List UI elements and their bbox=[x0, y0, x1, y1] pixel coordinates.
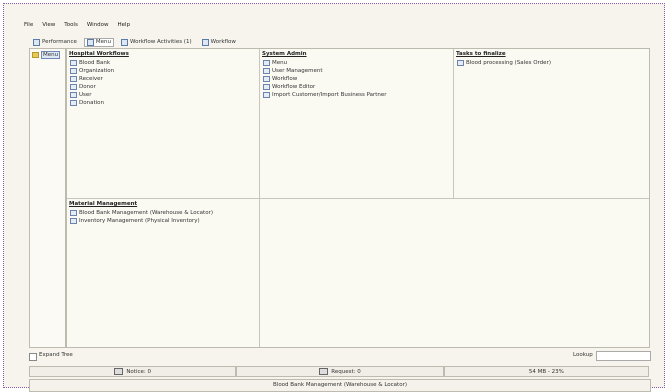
folder-icon bbox=[32, 52, 39, 58]
menu-item-label: Import Customer/Import Business Partner bbox=[272, 92, 387, 98]
menu-item-workflow-editor[interactable]: Workflow Editor bbox=[263, 83, 387, 91]
menu-item-blood-bank-management[interactable]: Blood Bank Management (Warehouse & Locat… bbox=[70, 209, 213, 217]
memory-indicator[interactable]: 54 MB - 23% bbox=[443, 366, 649, 377]
panel-tasks-to-finalize: Tasks to finalize Blood processing (Sale… bbox=[454, 49, 649, 199]
menu-item-label: Inventory Management (Physical Inventory… bbox=[79, 218, 200, 224]
footer-context: Blood Bank Management (Warehouse & Locat… bbox=[29, 379, 651, 392]
menu-file[interactable]: File bbox=[24, 22, 33, 32]
menu-window[interactable]: Window bbox=[87, 22, 109, 32]
menu-item-blood-processing[interactable]: Blood processing (Sales Order) bbox=[457, 59, 551, 67]
window-icon bbox=[70, 218, 77, 224]
menu-item-receiver[interactable]: Receiver bbox=[70, 75, 114, 83]
menu-item-user[interactable]: User bbox=[70, 91, 114, 99]
menu-icon bbox=[86, 38, 94, 46]
application-window: File View Tools Window Help Performance … bbox=[3, 3, 665, 392]
window-icon bbox=[457, 60, 464, 66]
tree-item-label: Menu bbox=[41, 51, 61, 59]
window-icon bbox=[263, 60, 270, 66]
chart-icon bbox=[33, 38, 40, 46]
panel-system-admin: System Admin Menu User Management Workfl… bbox=[260, 49, 454, 199]
notice-icon bbox=[114, 368, 124, 375]
activity-icon bbox=[120, 38, 128, 46]
tree-item-menu[interactable]: Menu bbox=[32, 51, 61, 59]
menu-bar: File View Tools Window Help bbox=[24, 22, 130, 32]
workflow-icon bbox=[70, 92, 77, 98]
menu-item-label: User Management bbox=[272, 68, 323, 74]
expand-tree-label: Expand Tree bbox=[39, 352, 73, 358]
panel-title: Hospital Workflows bbox=[69, 51, 129, 57]
workflow-icon bbox=[70, 68, 77, 74]
request-label: Request: 0 bbox=[331, 368, 361, 375]
status-row: Expand Tree Lookup bbox=[29, 351, 651, 362]
request-button[interactable]: Request: 0 bbox=[236, 366, 444, 377]
expand-tree-checkbox[interactable] bbox=[29, 353, 37, 361]
menu-item-donor[interactable]: Donor bbox=[70, 83, 114, 91]
notice-button[interactable]: Notice: 0 bbox=[29, 366, 237, 377]
menu-item-label: Receiver bbox=[79, 76, 103, 82]
window-icon bbox=[70, 210, 77, 216]
menu-item-workflow[interactable]: Workflow bbox=[263, 75, 387, 83]
lookup-label: Lookup bbox=[573, 352, 593, 358]
menu-item-inventory-management[interactable]: Inventory Management (Physical Inventory… bbox=[70, 217, 213, 225]
window-icon bbox=[263, 92, 270, 98]
menu-item-user-management[interactable]: User Management bbox=[263, 67, 387, 75]
workflow-icon bbox=[70, 100, 77, 106]
menu-item-label: Donor bbox=[79, 84, 96, 90]
tab-bar: Performance Menu Workflow Activities (1)… bbox=[30, 37, 239, 47]
menu-item-label: Blood processing (Sales Order) bbox=[466, 60, 551, 66]
menu-item-label: Donation bbox=[79, 100, 104, 106]
panel-title: System Admin bbox=[262, 51, 307, 57]
tab-performance[interactable]: Performance bbox=[30, 38, 80, 47]
menu-item-label: Workflow bbox=[272, 76, 298, 82]
menu-item-label: Menu bbox=[272, 60, 288, 66]
tab-menu-label: Menu bbox=[95, 39, 111, 45]
menu-tools[interactable]: Tools bbox=[64, 22, 78, 32]
tab-menu[interactable]: Menu bbox=[83, 37, 114, 47]
workflow-icon bbox=[70, 76, 77, 82]
tab-workflow-activities-label: Workflow Activities (1) bbox=[129, 39, 192, 45]
menu-item-donation[interactable]: Donation bbox=[70, 99, 114, 107]
menu-tree-panel: Menu bbox=[29, 48, 66, 348]
workflow-icon bbox=[70, 60, 77, 66]
menu-item-label: Blood Bank Management (Warehouse & Locat… bbox=[79, 210, 213, 216]
tab-performance-label: Performance bbox=[42, 39, 77, 45]
lookup-input[interactable] bbox=[596, 351, 651, 361]
window-icon bbox=[263, 68, 270, 74]
memory-label: 54 MB - 23% bbox=[528, 368, 564, 375]
window-icon bbox=[263, 84, 270, 90]
menu-item-label: Workflow Editor bbox=[272, 84, 316, 90]
menu-item-label: Organization bbox=[79, 68, 115, 74]
menu-item-blood-bank[interactable]: Blood Bank bbox=[70, 59, 114, 67]
menu-item-label: User bbox=[79, 92, 92, 98]
window-icon bbox=[263, 76, 270, 82]
notice-label: Notice: 0 bbox=[126, 368, 151, 375]
menu-view[interactable]: View bbox=[42, 22, 55, 32]
menu-grid: Hospital Workflows Blood Bank Organizati… bbox=[66, 48, 650, 348]
workflow-icon bbox=[70, 84, 77, 90]
panel-title: Material Management bbox=[69, 201, 138, 207]
request-icon bbox=[319, 368, 329, 375]
tab-workflow-activities[interactable]: Workflow Activities (1) bbox=[118, 38, 195, 47]
tab-workflow[interactable]: Workflow bbox=[199, 38, 239, 47]
panel-title: Tasks to finalize bbox=[456, 51, 506, 57]
menu-item-organization[interactable]: Organization bbox=[70, 67, 114, 75]
menu-item-menu[interactable]: Menu bbox=[263, 59, 387, 67]
menu-item-label: Blood Bank bbox=[79, 60, 111, 66]
menu-item-import-customer[interactable]: Import Customer/Import Business Partner bbox=[263, 91, 387, 99]
workflow-icon bbox=[201, 38, 209, 46]
panel-hospital-workflows: Hospital Workflows Blood Bank Organizati… bbox=[67, 49, 260, 199]
menu-help[interactable]: Help bbox=[118, 22, 131, 32]
panel-empty bbox=[260, 199, 649, 347]
status-bar: Notice: 0 Request: 0 54 MB - 23% bbox=[29, 366, 649, 377]
tab-workflow-label: Workflow bbox=[210, 39, 236, 45]
panel-material-management: Material Management Blood Bank Managemen… bbox=[67, 199, 260, 347]
